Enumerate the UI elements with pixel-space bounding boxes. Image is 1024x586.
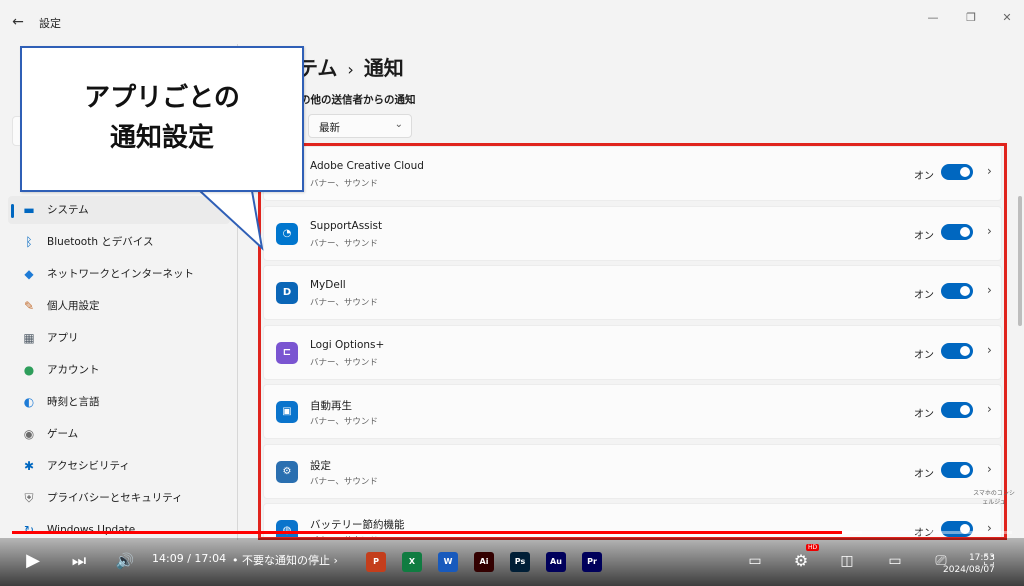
tray-date: 2024/08/07 (943, 565, 995, 575)
tray-time: 17:53 (968, 553, 995, 563)
globe-clock-icon: ◐ (23, 395, 35, 409)
chevron-right-icon: › (333, 554, 338, 567)
watermark: スマホのコンシェルジュ (973, 490, 1015, 506)
theater-mode-icon[interactable]: ▭ (882, 546, 908, 576)
sidebar-item-label: 個人用設定 (47, 300, 100, 312)
sidebar-item-label: ネットワークとインターネット (47, 268, 194, 280)
premiere-icon[interactable]: Pr (582, 552, 602, 572)
excel-icon[interactable]: X (402, 552, 422, 572)
miniplayer-icon[interactable]: ◫ (834, 546, 860, 576)
maximize-icon[interactable]: ❐ (960, 9, 982, 27)
audition-icon[interactable]: Au (546, 552, 566, 572)
time-display: 14:09 / 17:04 (152, 552, 227, 565)
account-icon: ● (23, 363, 35, 377)
wifi-icon: ◆ (24, 267, 34, 281)
sidebar-item[interactable]: ⛨ プライバシーとセキュリティ (8, 484, 230, 512)
sidebar-item[interactable]: ✎ 個人用設定 (8, 292, 230, 320)
subtitles-icon[interactable]: ▭ (742, 546, 768, 576)
next-icon[interactable]: ⏭ (64, 546, 94, 576)
scrollbar[interactable] (1018, 196, 1022, 326)
word-icon[interactable]: W (438, 552, 458, 572)
sidebar-item[interactable]: ✱ アクセシビリティ (8, 452, 230, 480)
play-icon[interactable]: ▶ (18, 546, 48, 576)
highlight-frame (258, 143, 1007, 540)
sidebar-item-label: ゲーム (47, 428, 79, 440)
callout-line-2: 通知設定 (109, 123, 214, 153)
sidebar-item[interactable]: ● アカウント (8, 356, 230, 384)
sidebar-item[interactable]: ◐ 時刻と言語 (8, 388, 230, 416)
photoshop-icon[interactable]: Ps (510, 552, 530, 572)
sidebar-item[interactable]: ◆ ネットワークとインターネット (8, 260, 230, 288)
sidebar-item-label: アプリ (47, 332, 79, 344)
hd-badge: HD (806, 544, 820, 551)
sidebar-item-label: プライバシーとセキュリティ (47, 492, 183, 504)
sidebar-item-label: 時刻と言語 (47, 396, 100, 408)
illustrator-icon[interactable]: Ai (474, 552, 494, 572)
sidebar-item[interactable]: ◉ ゲーム (8, 420, 230, 448)
gamepad-icon: ◉ (23, 427, 35, 441)
minimize-icon[interactable]: — (922, 9, 944, 27)
progress-bar[interactable] (12, 531, 1012, 534)
update-icon: ↻ (23, 523, 35, 537)
sidebar-item[interactable]: ▦ アプリ (8, 324, 230, 352)
callout-line-1: アプリごとの (84, 83, 240, 113)
apps-icon: ▦ (23, 331, 35, 345)
brush-icon: ✎ (23, 299, 35, 313)
sidebar-item-label: アクセシビリティ (47, 460, 130, 472)
shield-icon: ⛨ (24, 491, 34, 505)
breadcrumb-current: 通知 (363, 56, 404, 80)
sidebar-item-label: アカウント (47, 364, 100, 376)
chapter-title[interactable]: • 不要な通知の停止 › (232, 552, 338, 568)
sort-dropdown-value: 最新 (319, 122, 340, 134)
sort-dropdown[interactable]: 最新 ⌄ (308, 114, 412, 138)
callout-bubble: アプリごとの 通知設定 (20, 46, 304, 192)
accessibility-icon: ✱ (23, 459, 35, 473)
tray-clock: 17:53 2024/08/07 (943, 552, 995, 576)
powerpoint-icon[interactable]: P (366, 552, 386, 572)
close-icon[interactable]: ✕ (996, 9, 1018, 27)
sidebar-item-label: Windows Update (47, 524, 136, 536)
breadcrumb-separator: › (347, 60, 354, 79)
chevron-down-icon: ⌄ (394, 119, 403, 130)
chapter-label: • 不要な通知の停止 (232, 554, 330, 567)
callout-text: アプリごとの 通知設定 (22, 78, 302, 158)
volume-icon[interactable]: 🔊 (110, 546, 140, 576)
progress-played (12, 531, 842, 534)
